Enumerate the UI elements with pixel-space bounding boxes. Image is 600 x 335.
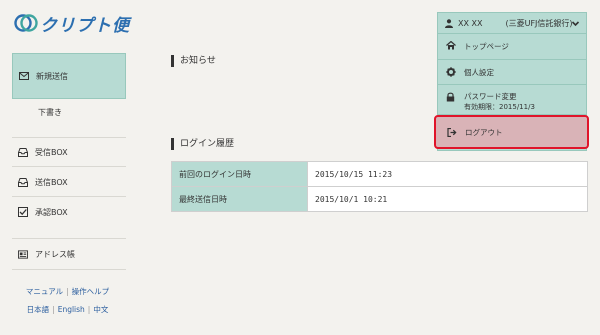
help-links: マニュアル | 操作ヘルプ — [0, 286, 135, 297]
sidebar-item-drafts[interactable]: 下書き — [12, 104, 126, 120]
sign-out-icon — [447, 127, 457, 138]
user-bank: (三菱UFJ信託銀行) — [505, 18, 573, 28]
menu-item-label: ログアウト — [465, 128, 503, 137]
lang-english-link[interactable]: English — [58, 305, 85, 314]
manual-link[interactable]: マニュアル — [26, 287, 63, 296]
table-row: 前回のログイン日時 2015/10/15 11:23 — [171, 161, 588, 187]
login-history-title: ログイン履歴 — [171, 138, 234, 150]
sidebar-item-label: 受信BOX — [35, 147, 68, 157]
menu-item-personal-settings[interactable]: 個人設定 — [446, 67, 494, 78]
sidebar-item-label: 新規送信 — [36, 71, 68, 81]
last-send-value: 2015/10/1 10:21 — [307, 186, 588, 212]
checkbox-icon — [18, 207, 28, 217]
address-book-icon — [18, 249, 28, 259]
chevron-down-icon — [571, 21, 580, 27]
sidebar-item-outbox[interactable]: 送信BOX — [12, 172, 126, 192]
sidebar-divider — [12, 196, 126, 197]
password-expiry-text: 有効期限：2015/11/3 — [464, 103, 535, 111]
inbox-icon — [18, 147, 28, 157]
menu-item-label: パスワード変更 — [464, 92, 517, 101]
login-history-table: 前回のログイン日時 2015/10/15 11:23 最終送信日時 2015/1… — [171, 161, 588, 212]
menu-item-logout[interactable]: ログアウト — [434, 115, 589, 149]
lang-chinese-link[interactable]: 中文 — [93, 305, 108, 314]
menu-divider — [438, 59, 586, 60]
help-link[interactable]: 操作ヘルプ — [72, 287, 110, 296]
sidebar-item-new-send[interactable]: 新規送信 — [12, 53, 126, 99]
gear-icon — [446, 67, 456, 77]
sidebar-item-label: 送信BOX — [35, 177, 68, 187]
link-separator: | — [87, 305, 91, 314]
sidebar-divider — [12, 137, 126, 138]
menu-item-top-page[interactable]: トップページ — [446, 41, 509, 52]
link-separator: | — [66, 287, 69, 296]
sidebar-item-label: 承認BOX — [35, 207, 68, 217]
user-icon — [445, 18, 453, 28]
sidebar-item-approval[interactable]: 承認BOX — [12, 202, 126, 222]
sidebar-divider — [12, 269, 126, 270]
sidebar-item-inbox[interactable]: 受信BOX — [12, 142, 126, 162]
notice-title: お知らせ — [171, 55, 216, 67]
sidebar-item-address-book[interactable]: アドレス帳 — [12, 244, 126, 264]
outbox-icon — [18, 177, 28, 187]
sidebar-item-label: 下書き — [38, 107, 62, 117]
sidebar: 新規送信 下書き 受信BOX 送信BOX 承認BOX アドレス帳 マニュアル | 操… — [0, 0, 135, 335]
menu-divider — [438, 84, 586, 85]
last-login-label: 前回のログイン日時 — [171, 161, 308, 187]
home-icon — [446, 41, 456, 51]
sidebar-divider — [12, 166, 126, 167]
logout-row: ログアウト — [447, 127, 503, 138]
user-name: XX XX — [458, 18, 483, 28]
language-links: 日本語 | English | 中文 — [0, 304, 135, 315]
menu-item-label: 個人設定 — [464, 68, 494, 77]
link-separator: | — [52, 305, 55, 314]
menu-item-password-change[interactable]: パスワード変更 有効期限：2015/11/3 — [446, 92, 535, 112]
lock-icon — [446, 92, 456, 102]
table-row: 最終送信日時 2015/10/1 10:21 — [171, 186, 588, 212]
sidebar-item-label: アドレス帳 — [35, 249, 75, 259]
lang-japanese-link[interactable]: 日本語 — [27, 305, 50, 314]
menu-item-label: トップページ — [464, 42, 509, 51]
last-login-value: 2015/10/15 11:23 — [307, 161, 588, 187]
mail-icon — [19, 71, 29, 81]
sidebar-divider — [12, 238, 126, 239]
last-send-label: 最終送信日時 — [171, 186, 308, 212]
user-menu-button[interactable]: XX XX (三菱UFJ信託銀行) — [437, 12, 587, 34]
